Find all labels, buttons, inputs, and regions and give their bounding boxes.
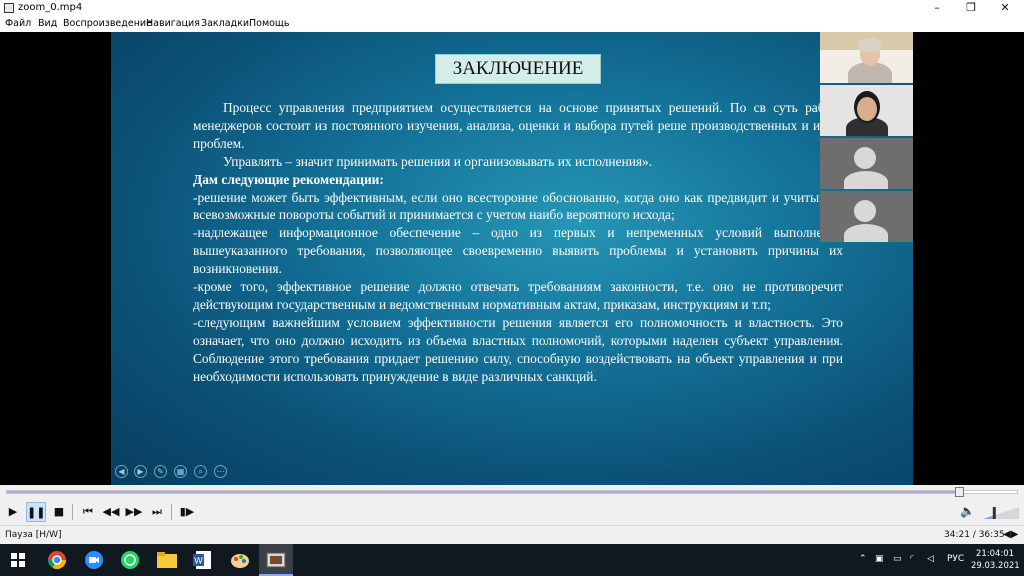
menu-playback[interactable]: Воспроизведение: [63, 18, 152, 30]
taskbar: W ⌃ ▣ ▭ ◜ ◁ РУС 21:04:01 29.03.2021: [0, 544, 1024, 576]
skip-back-icon: ⏮: [83, 505, 93, 518]
chrome-icon[interactable]: [43, 548, 71, 572]
stop-button[interactable]: ■: [49, 502, 69, 522]
frame-step-icon: ▮▶: [179, 505, 195, 518]
player-toolbar: ▶ ❚❚ ■ ⏮ ◀◀ ▶▶ ⏭ ▮▶ 🔈: [0, 499, 1024, 525]
pause-icon: ❚❚: [27, 506, 46, 519]
prev-icon[interactable]: ◀: [115, 465, 128, 478]
menu-bar: Файл Вид Воспроизведение Навигация Закла…: [0, 16, 1024, 32]
speaker-icon[interactable]: ◁: [927, 554, 934, 564]
pen-icon[interactable]: ✎: [154, 465, 167, 478]
chevron-up-icon[interactable]: ⌃: [859, 554, 867, 564]
slide-paragraph: Процесс управления предприятием осуществ…: [193, 100, 843, 151]
battery-icon[interactable]: ▭: [893, 554, 902, 564]
media-player-window: zoom_0.mp4 – ❐ ✕ Файл Вид Воспроизведени…: [0, 0, 1024, 576]
clock-time: 21:04:01: [975, 549, 1015, 559]
participant-placeholder-4[interactable]: [820, 191, 913, 242]
title-bar: zoom_0.mp4 – ❐ ✕: [0, 0, 1024, 16]
file-explorer-icon[interactable]: [153, 548, 181, 572]
toolbar-divider: [171, 504, 172, 520]
play-button[interactable]: ▶: [3, 502, 23, 522]
slide-body: Процесс управления предприятием осуществ…: [193, 99, 843, 386]
menu-view[interactable]: Вид: [38, 18, 57, 30]
menu-bookmarks[interactable]: Закладки: [201, 18, 249, 30]
forward-button[interactable]: ▶▶: [124, 502, 144, 522]
playback-time: 34:21 / 36:35: [944, 530, 1005, 540]
seek-track[interactable]: [6, 490, 1018, 494]
seek-progress: [7, 491, 960, 493]
pause-button[interactable]: ❚❚: [26, 502, 46, 522]
slides-icon[interactable]: ▦: [174, 465, 187, 478]
zoom-app-icon[interactable]: [80, 548, 108, 572]
frame-step-button[interactable]: ▮▶: [177, 502, 197, 522]
slide-paragraph: -надлежащее информационное обеспечение –…: [193, 225, 843, 277]
participant-panel: [820, 32, 913, 243]
window-title: zoom_0.mp4: [18, 2, 83, 13]
rewind-button[interactable]: ◀◀: [101, 502, 121, 522]
restore-button[interactable]: ❐: [954, 0, 988, 16]
previous-button[interactable]: ⏮: [78, 502, 98, 522]
participant-video-2[interactable]: [820, 85, 913, 136]
zoom-icon[interactable]: ⌕: [194, 465, 207, 478]
slide-paragraph: Дам следующие рекомендации:: [193, 171, 384, 187]
notification-icon[interactable]: ▣: [875, 554, 884, 564]
slide-paragraph: Управлять – значит принимать решения и о…: [223, 153, 653, 169]
menu-navigation[interactable]: Навигация: [146, 18, 200, 30]
app-icon: [4, 3, 14, 13]
volume-slider[interactable]: [983, 507, 1019, 519]
playback-status: Пауза [H/W]: [5, 530, 62, 540]
media-player-taskbar-icon[interactable]: [259, 544, 293, 576]
seek-bar[interactable]: [0, 485, 1024, 499]
clock-date: 29.03.2021: [971, 561, 1020, 571]
seek-handle[interactable]: [955, 487, 965, 497]
audio-icon: ◀▶: [1003, 529, 1019, 540]
windows-start-icon[interactable]: [6, 548, 34, 572]
volume-icon[interactable]: 🔈: [960, 504, 975, 518]
next-button[interactable]: ⏭: [147, 502, 167, 522]
paint-icon[interactable]: [226, 548, 254, 572]
wifi-icon[interactable]: ◜: [910, 554, 914, 564]
whatsapp-icon[interactable]: [116, 548, 144, 572]
slide-title: ЗАКЛЮЧЕНИЕ: [435, 54, 601, 84]
menu-help[interactable]: Помощь: [249, 18, 289, 30]
svg-text:W: W: [194, 556, 203, 566]
stop-icon: ■: [53, 505, 65, 518]
participant-placeholder-3[interactable]: [820, 138, 913, 189]
skip-forward-icon: ⏭: [152, 505, 162, 518]
language-indicator[interactable]: РУС: [947, 554, 964, 564]
next-icon[interactable]: ▶: [134, 465, 147, 478]
video-area[interactable]: ЗАКЛЮЧЕНИЕ Процесс управления предприяти…: [0, 32, 1024, 485]
menu-file[interactable]: Файл: [5, 18, 31, 30]
slide-paragraph: -следующим важнейшим условием эффективно…: [193, 314, 843, 384]
play-icon: ▶: [8, 505, 18, 518]
status-bar: Пауза [H/W] 34:21 / 36:35 ◀▶: [0, 525, 1024, 544]
slide-paragraph: -кроме того, эффективное решение должно …: [193, 279, 843, 312]
fast-forward-icon: ▶▶: [125, 505, 143, 518]
more-icon[interactable]: ⋯: [214, 465, 227, 478]
toolbar-divider: [72, 504, 73, 520]
participant-video-1[interactable]: [820, 32, 913, 83]
minimize-button[interactable]: –: [920, 0, 954, 16]
rewind-icon: ◀◀: [102, 505, 120, 518]
slide-paragraph: -решение может быть эффективным, если он…: [193, 189, 843, 223]
presentation-slide: ЗАКЛЮЧЕНИЕ Процесс управления предприяти…: [111, 32, 913, 485]
close-button[interactable]: ✕: [988, 0, 1022, 16]
taskbar-clock[interactable]: 21:04:01 29.03.2021: [971, 548, 1020, 572]
word-icon[interactable]: W: [189, 548, 217, 572]
